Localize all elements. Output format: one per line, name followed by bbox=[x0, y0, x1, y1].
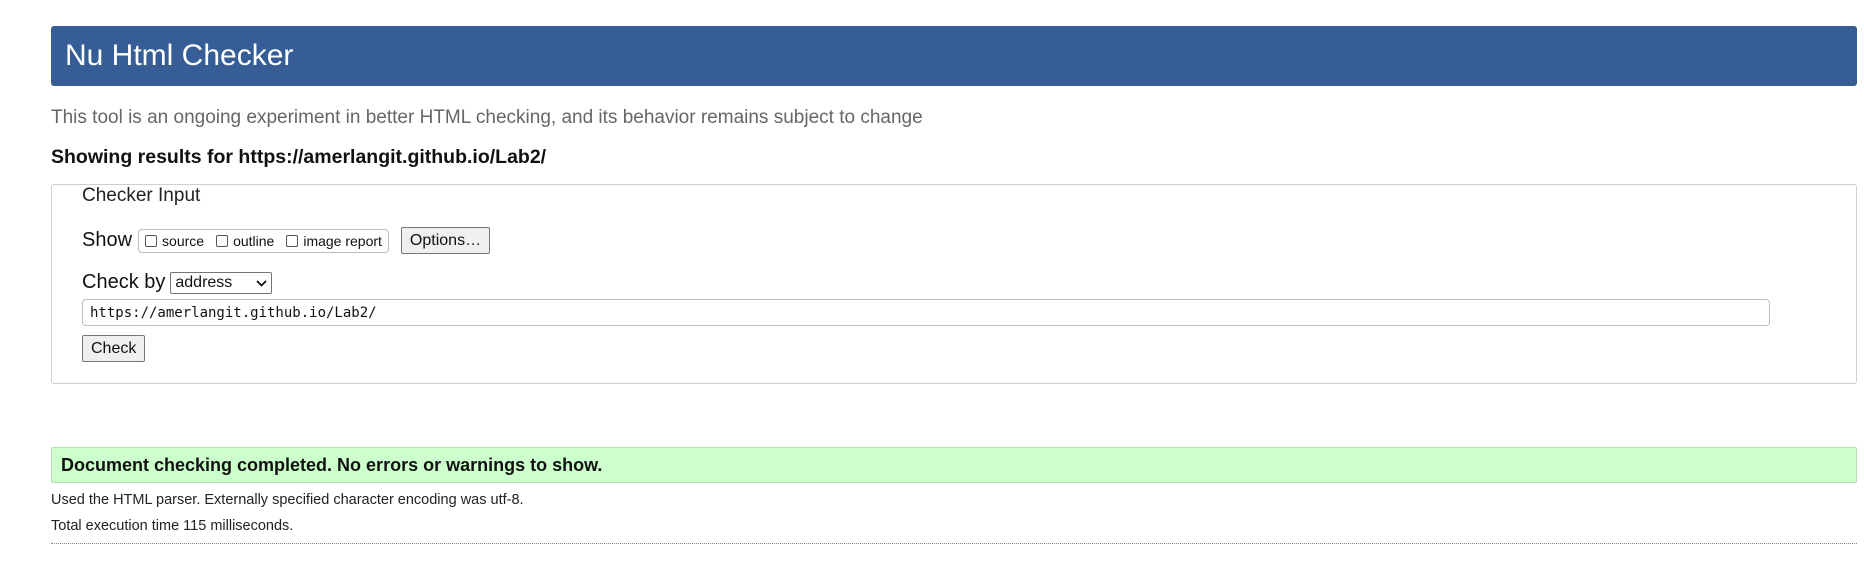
divider bbox=[51, 543, 1857, 544]
chevron-down-icon bbox=[256, 276, 268, 290]
page-title: Nu Html Checker bbox=[65, 39, 294, 72]
results-heading: Showing results for https://amerlangit.g… bbox=[51, 146, 547, 168]
check-by-row: Check by address bbox=[82, 271, 273, 294]
show-outline-option[interactable]: outline bbox=[216, 233, 274, 249]
image-report-checkbox[interactable] bbox=[286, 234, 299, 247]
show-image-report-option[interactable]: image report bbox=[286, 233, 382, 249]
outline-checkbox[interactable] bbox=[216, 234, 229, 247]
outline-checkbox-label: outline bbox=[233, 232, 275, 249]
source-checkbox-label: source bbox=[162, 232, 205, 249]
experiment-notice: This tool is an ongoing experiment in be… bbox=[51, 107, 923, 128]
check-by-selected-value: address bbox=[175, 273, 233, 291]
execution-time: Total execution time 115 milliseconds. bbox=[51, 518, 294, 534]
show-row: Show source outline image report Options… bbox=[82, 227, 491, 254]
checker-input-fieldset: Checker Input Show source outline image … bbox=[51, 184, 1857, 384]
check-button[interactable]: Check bbox=[82, 335, 146, 362]
parser-note: Used the HTML parser. Externally specifi… bbox=[51, 492, 524, 508]
image-report-checkbox-label: image report bbox=[303, 232, 382, 249]
show-options-group: source outline image report bbox=[138, 228, 389, 253]
show-source-option[interactable]: source bbox=[145, 233, 204, 249]
check-by-label: Check by bbox=[82, 271, 166, 293]
options-button[interactable]: Options… bbox=[400, 227, 491, 254]
url-input[interactable]: https://amerlangit.github.io/Lab2/ bbox=[82, 299, 1770, 326]
success-message: Document checking completed. No errors o… bbox=[51, 447, 1857, 483]
check-by-select[interactable]: address bbox=[170, 271, 273, 294]
checker-input-legend: Checker Input bbox=[78, 185, 205, 207]
page-header: Nu Html Checker bbox=[51, 26, 1857, 86]
show-label: Show bbox=[82, 229, 133, 251]
source-checkbox[interactable] bbox=[145, 234, 158, 247]
